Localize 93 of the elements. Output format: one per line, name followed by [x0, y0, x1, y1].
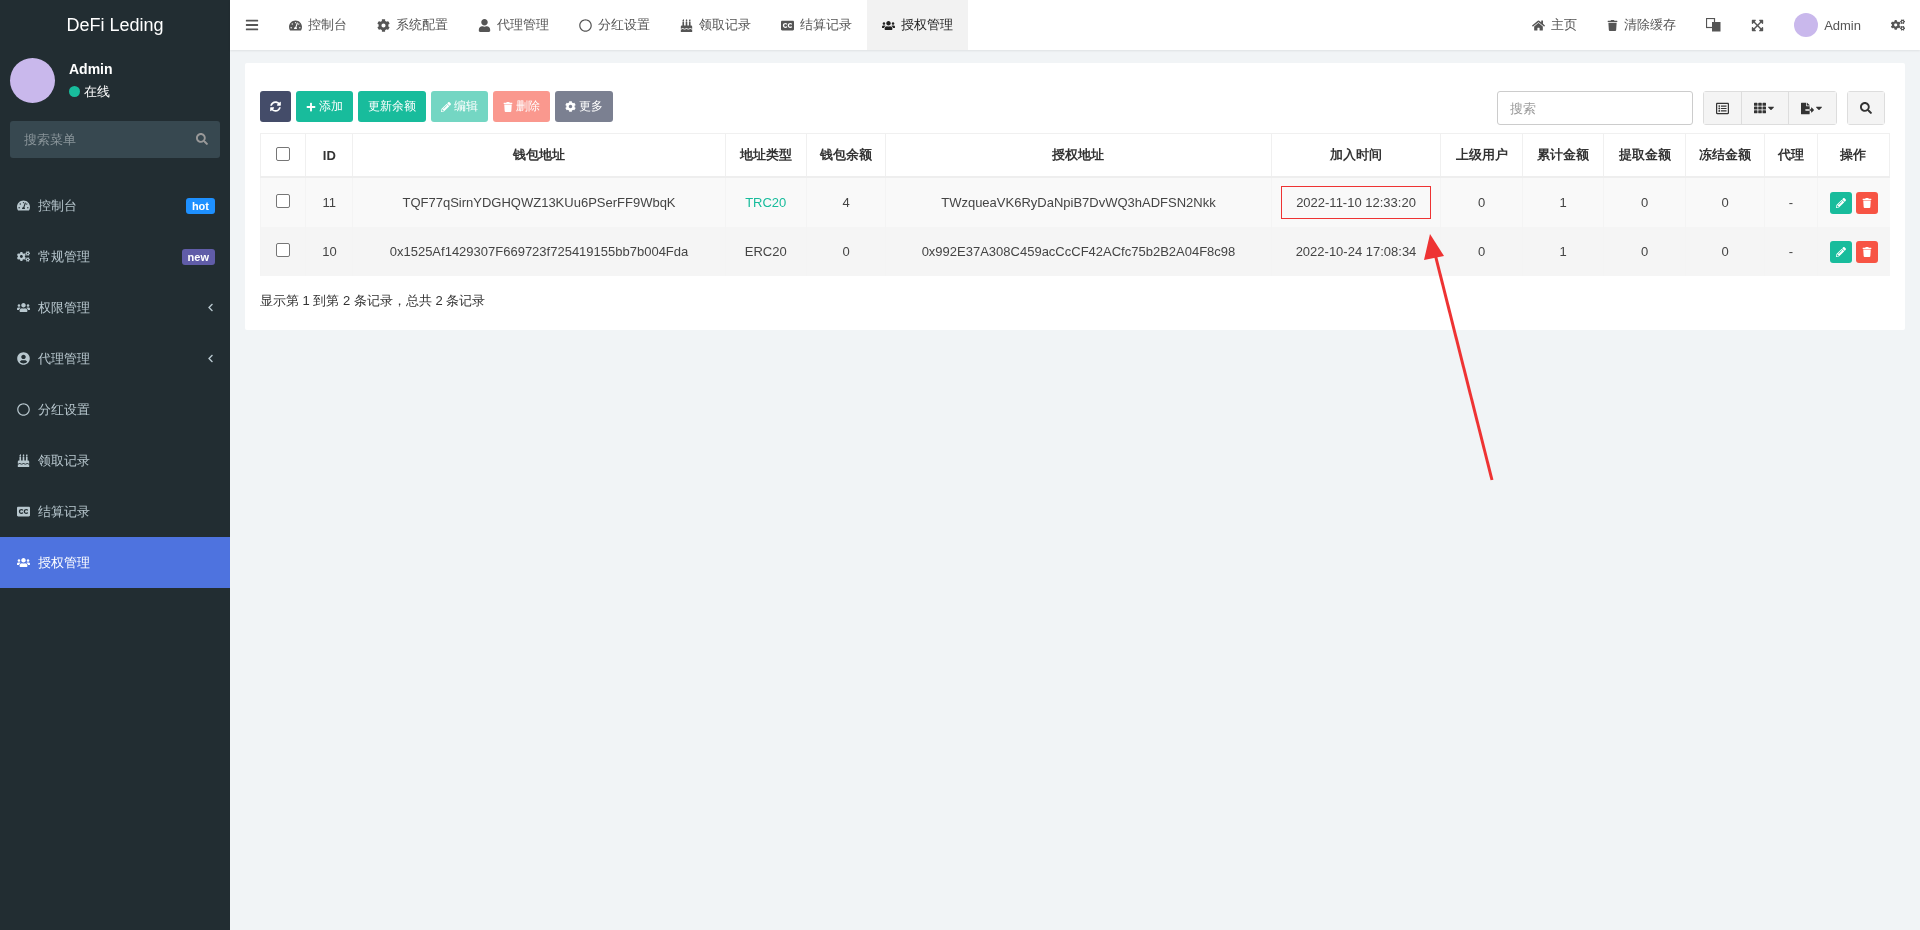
plus-icon: [306, 101, 316, 112]
avatar: [10, 58, 55, 103]
user-menu[interactable]: Admin: [1779, 0, 1876, 50]
menu-badge: hot: [185, 197, 215, 214]
settings-icon: [1891, 18, 1905, 32]
table-cell-text: 1: [1558, 243, 1568, 261]
clear-cache-link[interactable]: 清除缓存: [1592, 0, 1692, 50]
table-cell-text: 0: [1477, 243, 1487, 261]
nav-tab[interactable]: 控制台: [274, 0, 362, 50]
nav-tab[interactable]: 领取记录: [665, 0, 766, 50]
table-cell-text: TWzqueaVK6RyDaNpiB7DvWQ3hADFSN2Nkk: [940, 194, 1217, 212]
trash-icon: [503, 101, 513, 112]
user-name: Admin: [69, 60, 113, 77]
search-field[interactable]: 搜索: [1497, 91, 1693, 125]
sidebar-item[interactable]: 代理管理: [0, 333, 230, 384]
delete-button[interactable]: [1855, 240, 1878, 263]
table-cell-text: TRC20: [744, 194, 788, 212]
list-icon: [1716, 101, 1729, 115]
chevron-icon: [206, 303, 215, 312]
sidebar-item[interactable]: 分红设置: [0, 384, 230, 435]
table-cell-text: 4: [841, 194, 851, 212]
delete-button[interactable]: [1855, 191, 1878, 214]
search-icon: [196, 133, 208, 145]
highlighted-cell: 2022-11-10 12:33:20: [1281, 186, 1431, 219]
pagination-info: 显示第 1 到第 2 条记录，总共 2 条记录: [260, 292, 487, 310]
nav-tab[interactable]: 系统配置: [362, 0, 463, 50]
table-cell-text: 11: [321, 194, 338, 212]
sidebar-item[interactable]: 控制台 hot: [0, 180, 230, 231]
users-icon: [17, 556, 30, 569]
sidebar-item[interactable]: 结算记录: [0, 486, 230, 537]
table-cell-text: 0: [1639, 243, 1650, 261]
gauge-icon: [17, 199, 30, 212]
user-icon: [478, 18, 491, 32]
trash-icon: [1607, 19, 1619, 31]
sidebar-item[interactable]: 常规管理 new: [0, 231, 230, 282]
table-cell-text: 1: [1558, 194, 1568, 212]
users-icon: [882, 18, 895, 32]
table-cell-text: 0x992E37A308C459acCcCF42ACfc75b2B2A04F8c98: [920, 243, 1237, 261]
refresh-icon: [270, 101, 281, 112]
home-link[interactable]: 主页: [1517, 0, 1593, 50]
table-cell-text: 0: [1639, 194, 1650, 212]
select-all-checkbox[interactable]: [276, 146, 291, 161]
nav-tab[interactable]: 代理管理: [463, 0, 564, 50]
home-icon: [1532, 18, 1546, 32]
more-button[interactable]: 更多: [555, 91, 613, 122]
table-cell-text: 0: [1477, 194, 1487, 212]
nav-tab[interactable]: 分红设置: [564, 0, 665, 50]
table-cell-text: TQF77qSirnYDGHQWZ13KUu6PSerFF9WbqK: [401, 194, 677, 212]
grid-icon: [1754, 102, 1766, 114]
gear-icon: [377, 18, 390, 32]
cc-icon: [781, 18, 794, 32]
cake-icon: [17, 454, 30, 467]
cc-icon: [17, 505, 30, 518]
cake-icon: [680, 18, 693, 32]
brand-title[interactable]: DeFi Leding: [0, 0, 230, 50]
pencil-icon: [1835, 197, 1846, 208]
online-status: 在线: [69, 82, 113, 101]
table-cell-text: 0: [1720, 243, 1730, 261]
gear-icon: [565, 101, 576, 112]
menu-search-field[interactable]: 搜索菜单: [10, 121, 220, 158]
pencil-icon: [1835, 246, 1846, 257]
table-cell-text: 0: [1720, 194, 1730, 212]
search-icon: [1860, 102, 1872, 114]
sidebar-item[interactable]: 权限管理: [0, 282, 230, 333]
nav-tab[interactable]: 授权管理: [867, 0, 968, 50]
table-cell-text: 10: [321, 243, 338, 261]
menu-badge: new: [181, 248, 215, 265]
table-cell-text: -: [1787, 194, 1795, 212]
trash-icon: [1861, 246, 1872, 257]
search-button[interactable]: [1848, 92, 1884, 124]
row-checkbox[interactable]: [276, 194, 291, 208]
translate-icon: [1706, 18, 1722, 32]
users-icon: [17, 301, 30, 314]
table-cell-text: 0: [841, 243, 851, 261]
gauge-icon: [289, 18, 302, 32]
row-checkbox[interactable]: [276, 243, 291, 257]
table-cell-text: 2022-10-24 17:08:34: [1294, 243, 1418, 261]
table-cell-text: 0x1525Af1429307F669723f725419155bb7b004Fda: [388, 243, 690, 261]
sidebar-item[interactable]: 领取记录: [0, 435, 230, 486]
menu-icon: [245, 18, 259, 32]
avatar: [1794, 13, 1819, 37]
gears-icon: [17, 250, 30, 263]
trash-icon: [1861, 197, 1872, 208]
refresh-button[interactable]: [260, 91, 291, 122]
sidebar-item[interactable]: 授权管理: [0, 537, 230, 588]
chevron-icon: [206, 354, 215, 363]
export-icon: [1801, 101, 1814, 115]
nav-tab[interactable]: 结算记录: [766, 0, 867, 50]
expand-icon: [1751, 18, 1765, 32]
toggle-view-button[interactable]: [1704, 92, 1742, 124]
table-cell-text: ERC20: [743, 243, 788, 261]
pencil-icon: [441, 101, 451, 112]
table-cell-text: -: [1787, 243, 1795, 261]
